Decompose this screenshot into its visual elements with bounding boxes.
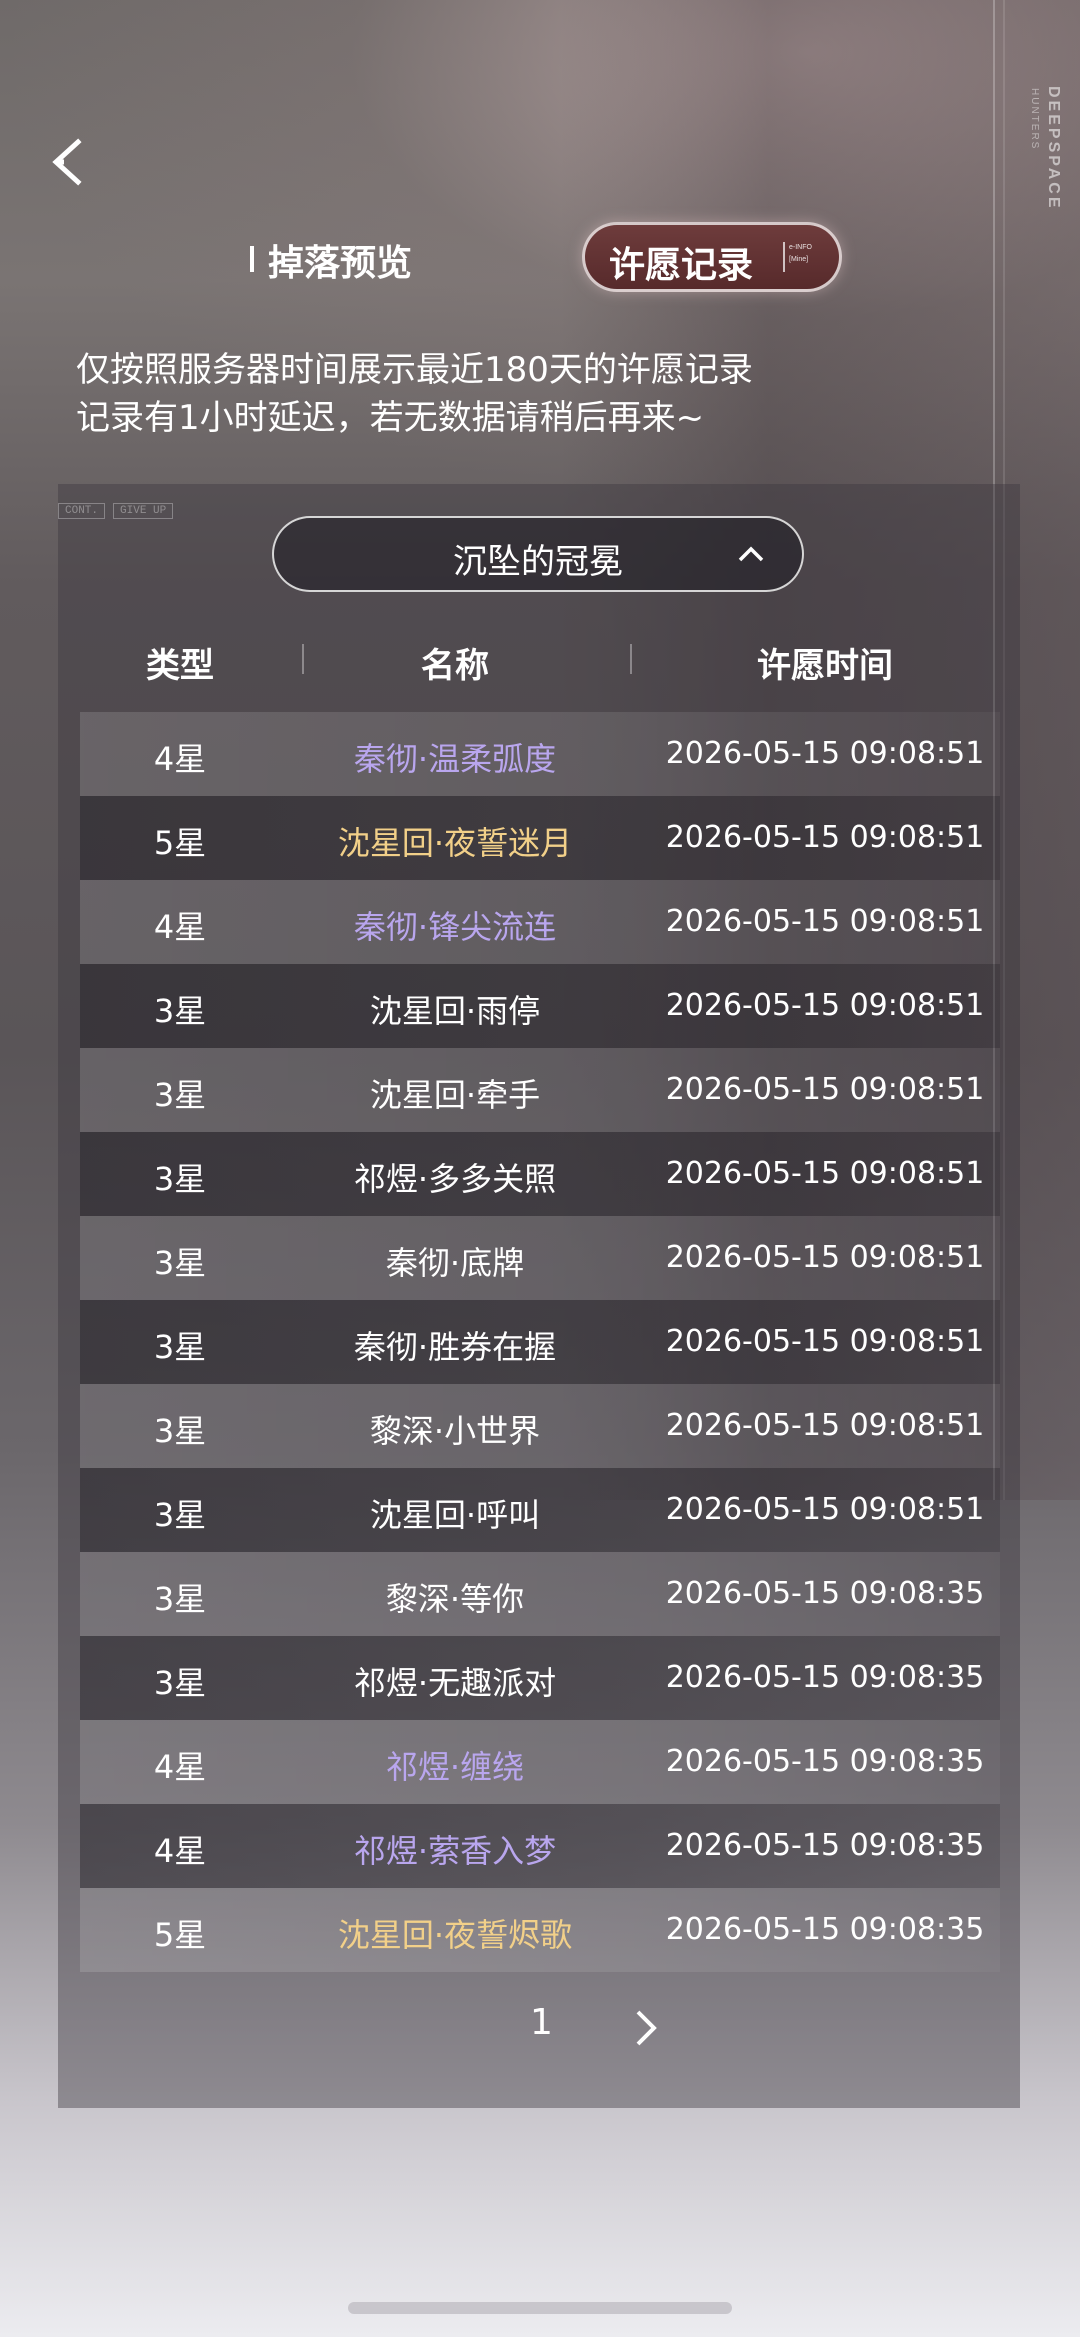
row-type: 5星 (153, 1916, 207, 1954)
back-chevron-icon (52, 138, 82, 186)
column-header-time: 许愿时间 (757, 646, 893, 686)
row-item-name: 沈星回·雨停 (369, 992, 541, 1030)
row-type: 3星 (153, 992, 207, 1030)
row-type: 5星 (153, 824, 207, 862)
row-type: 3星 (153, 1664, 207, 1702)
home-indicator[interactable] (348, 2302, 732, 2314)
table-row: 5星 沈星回·夜誓烬歌 2026-05-15 09:08:35 (80, 1888, 1000, 1972)
row-type: 3星 (153, 1244, 207, 1282)
chevron-up-icon (738, 546, 764, 562)
row-type: 4星 (153, 908, 207, 946)
row-type: 3星 (153, 1160, 207, 1198)
row-item-name: 秦彻·底牌 (385, 1244, 525, 1282)
row-wish-time: 2026-05-15 09:08:51 (665, 1156, 985, 1191)
row-wish-time: 2026-05-15 09:08:51 (665, 1324, 985, 1359)
notice-line-1: 仅按照服务器时间展示最近180天的许愿记录 (76, 350, 753, 390)
next-page-button[interactable] (628, 2006, 664, 2050)
table-row: 3星 祁煜·无趣派对 2026-05-15 09:08:35 (80, 1636, 1000, 1720)
column-header-name: 名称 (421, 646, 489, 686)
tab-wish-record-label: 许愿记录 (609, 244, 754, 286)
row-wish-time: 2026-05-15 09:08:51 (665, 1240, 985, 1275)
table-header: 类型 名称 许愿时间 (80, 630, 1000, 690)
row-wish-time: 2026-05-15 09:08:51 (665, 904, 985, 939)
table-row: 4星 秦彻·温柔弧度 2026-05-15 09:08:51 (80, 712, 1000, 796)
table-row: 3星 祁煜·多多关照 2026-05-15 09:08:51 (80, 1132, 1000, 1216)
row-wish-time: 2026-05-15 09:08:35 (665, 1828, 985, 1863)
row-item-name: 黎深·小世界 (369, 1412, 541, 1450)
row-item-name: 秦彻·温柔弧度 (353, 740, 557, 778)
tab-decoration-top: e-INFO (789, 244, 812, 251)
row-type: 3星 (153, 1580, 207, 1618)
row-wish-time: 2026-05-15 09:08:51 (665, 988, 985, 1023)
row-wish-time: 2026-05-15 09:08:51 (665, 1072, 985, 1107)
table-row: 3星 秦彻·底牌 2026-05-15 09:08:51 (80, 1216, 1000, 1300)
panel-deco-tag: GIVE UP (113, 503, 174, 519)
notice-line-2: 记录有1小时延迟，若无数据请稍后再来~ (76, 398, 705, 438)
chevron-right-icon (636, 2010, 657, 2046)
tab-bar: 掉落预览 许愿记录 e-INFO [Mine] (0, 222, 1080, 298)
header-divider (630, 644, 632, 674)
record-table-body: 4星 秦彻·温柔弧度 2026-05-15 09:08:51 5星 沈星回·夜誓迷月 20… (80, 712, 1000, 1972)
row-item-name: 黎深·等你 (385, 1580, 525, 1618)
row-type: 4星 (153, 740, 207, 778)
row-item-name: 沈星回·夜誓烬歌 (337, 1916, 573, 1954)
pool-select-dropdown[interactable]: 沉坠的冠冕 (272, 516, 804, 592)
row-item-name: 祁煜·多多关照 (353, 1160, 557, 1198)
row-type: 4星 (153, 1748, 207, 1786)
row-item-name: 祁煜·萦香入梦 (353, 1832, 557, 1870)
row-item-name: 沈星回·牵手 (369, 1076, 541, 1114)
table-row: 3星 秦彻·胜券在握 2026-05-15 09:08:51 (80, 1300, 1000, 1384)
panel-deco-tag: CONT. (58, 503, 106, 519)
pagination: 1 (0, 1998, 1080, 2058)
row-type: 4星 (153, 1832, 207, 1870)
row-item-name: 秦彻·胜券在握 (353, 1328, 557, 1366)
table-row: 3星 黎深·小世界 2026-05-15 09:08:51 (80, 1384, 1000, 1468)
back-button[interactable] (44, 132, 94, 192)
table-row: 3星 黎深·等你 2026-05-15 09:08:35 (80, 1552, 1000, 1636)
row-type: 3星 (153, 1328, 207, 1366)
row-wish-time: 2026-05-15 09:08:51 (665, 736, 985, 771)
row-item-name: 秦彻·锋尖流连 (353, 908, 557, 946)
row-type: 3星 (153, 1412, 207, 1450)
tab-decoration: e-INFO [Mine] (783, 242, 829, 272)
current-page-number: 1 (530, 2002, 553, 2043)
row-wish-time: 2026-05-15 09:08:35 (665, 1912, 985, 1947)
panel-decoration: CONT. GIVE UP (58, 503, 181, 519)
tab-wish-record[interactable]: 许愿记录 e-INFO [Mine] (582, 222, 842, 292)
notice-text: 仅按照服务器时间展示最近180天的许愿记录 记录有1小时延迟，若无数据请稍后再来… (76, 346, 753, 442)
pool-select-value: 沉坠的冠冕 (453, 542, 623, 582)
table-row: 4星 祁煜·缠绕 2026-05-15 09:08:35 (80, 1720, 1000, 1804)
tab-drop-preview[interactable]: 掉落预览 (249, 234, 412, 286)
table-row: 5星 沈星回·夜誓迷月 2026-05-15 09:08:51 (80, 796, 1000, 880)
row-wish-time: 2026-05-15 09:08:51 (665, 820, 985, 855)
table-row: 3星 沈星回·牵手 2026-05-15 09:08:51 (80, 1048, 1000, 1132)
row-item-name: 沈星回·呼叫 (369, 1496, 541, 1534)
row-wish-time: 2026-05-15 09:08:35 (665, 1744, 985, 1779)
brand-logo-text: DEEPSPACE (1045, 86, 1062, 211)
table-row: 3星 沈星回·雨停 2026-05-15 09:08:51 (80, 964, 1000, 1048)
row-item-name: 祁煜·缠绕 (385, 1748, 525, 1786)
row-type: 3星 (153, 1076, 207, 1114)
row-item-name: 祁煜·无趣派对 (353, 1664, 557, 1702)
row-wish-time: 2026-05-15 09:08:51 (665, 1492, 985, 1527)
row-item-name: 沈星回·夜誓迷月 (337, 824, 573, 862)
row-type: 3星 (153, 1496, 207, 1534)
column-header-type: 类型 (146, 646, 214, 686)
brand-logo-subtext: HUNTERS (1029, 88, 1040, 151)
row-wish-time: 2026-05-15 09:08:35 (665, 1576, 985, 1611)
row-wish-time: 2026-05-15 09:08:35 (665, 1660, 985, 1695)
tab-decoration-bottom: [Mine] (789, 256, 809, 263)
table-row: 4星 祁煜·萦香入梦 2026-05-15 09:08:35 (80, 1804, 1000, 1888)
row-wish-time: 2026-05-15 09:08:51 (665, 1408, 985, 1443)
table-row: 4星 秦彻·锋尖流连 2026-05-15 09:08:51 (80, 880, 1000, 964)
table-row: 3星 沈星回·呼叫 2026-05-15 09:08:51 (80, 1468, 1000, 1552)
